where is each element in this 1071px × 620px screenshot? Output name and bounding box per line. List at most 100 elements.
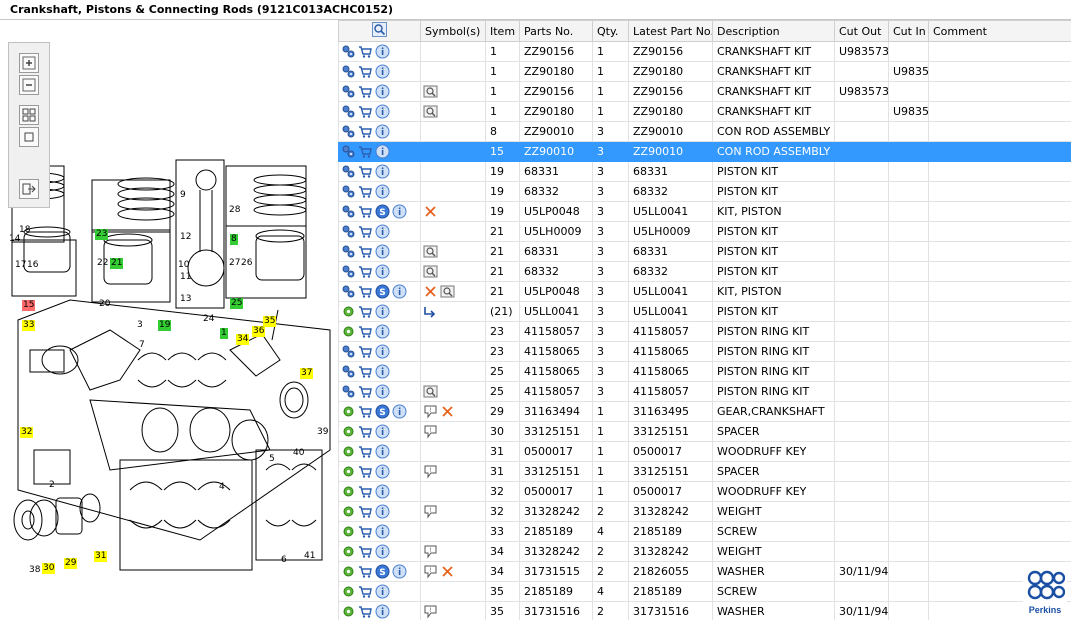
table-row[interactable]: 23 41158057 3 41158057 PISTON RING KIT xyxy=(338,321,1071,342)
cart-icon[interactable] xyxy=(358,104,373,119)
view-illustration-icon[interactable] xyxy=(423,384,438,399)
options-gear-icon[interactable] xyxy=(341,544,356,559)
options-gear-icon[interactable] xyxy=(341,324,356,339)
table-row[interactable]: 1ZZ901801ZZ90180CRANKSHAFT KITU98357 xyxy=(338,101,1071,122)
table-row[interactable]: ! 34 31328242 2 31328242 WEIGHT xyxy=(338,541,1071,562)
table-row[interactable]: 1ZZ901561ZZ90156CRANKSHAFT KITU983573C xyxy=(338,81,1071,102)
zoom-out-icon[interactable] xyxy=(19,75,39,95)
info-icon[interactable] xyxy=(375,364,390,379)
column-header-cut-out[interactable]: Cut Out xyxy=(834,20,889,42)
info-icon[interactable] xyxy=(392,204,407,219)
info-icon[interactable] xyxy=(375,104,390,119)
column-header-parts-no[interactable]: Parts No. xyxy=(519,20,593,42)
info-icon[interactable] xyxy=(375,584,390,599)
callout-33[interactable]: 33 xyxy=(22,320,36,331)
info-icon[interactable] xyxy=(392,564,407,579)
cart-icon[interactable] xyxy=(358,364,373,379)
info-icon[interactable] xyxy=(375,344,390,359)
callout-31[interactable]: 31 xyxy=(94,551,108,562)
options-icon[interactable] xyxy=(341,64,356,79)
info-icon[interactable] xyxy=(375,164,390,179)
cart-icon[interactable] xyxy=(358,284,373,299)
note-icon[interactable]: ! xyxy=(423,424,438,439)
options-icon[interactable] xyxy=(341,184,356,199)
cart-icon[interactable] xyxy=(358,524,373,539)
table-row[interactable]: (21) U5LL0041 3 U5LL0041 PISTON KIT xyxy=(338,301,1071,322)
cart-icon[interactable] xyxy=(358,124,373,139)
info-icon[interactable] xyxy=(375,424,390,439)
options-icon[interactable] xyxy=(341,204,356,219)
callout-8[interactable]: 8 xyxy=(230,234,238,245)
table-row[interactable]: ! 31 33125151 1 33125151 SPACER xyxy=(338,461,1071,482)
superseded-x-icon[interactable] xyxy=(423,204,438,219)
cart-icon[interactable] xyxy=(358,444,373,459)
view-illustration-icon[interactable] xyxy=(440,284,455,299)
cart-icon[interactable] xyxy=(358,264,373,279)
zoom-in-icon[interactable] xyxy=(19,53,39,73)
options-icon[interactable] xyxy=(341,124,356,139)
cart-icon[interactable] xyxy=(358,424,373,439)
info-icon[interactable] xyxy=(375,144,390,159)
callout-36[interactable]: 36 xyxy=(252,326,266,337)
exploded-diagram-panel[interactable]: 18 14 17 16 15 23 22 21 20 19 9 12 10 11 13 24 28 8 27 26 25… xyxy=(0,20,336,620)
note-icon[interactable]: ! xyxy=(423,504,438,519)
table-row[interactable]: 15 ZZ90010 3 ZZ90010 CON ROD ASSEMBLY xyxy=(338,141,1071,162)
view-illustration-icon[interactable] xyxy=(423,264,438,279)
callout-37[interactable]: 37 xyxy=(300,368,314,379)
table-row[interactable]: 19 68332 3 68332 PISTON KIT xyxy=(338,181,1071,202)
cart-icon[interactable] xyxy=(358,404,373,419)
info-icon[interactable] xyxy=(375,44,390,59)
table-row[interactable]: 25 41158057 3 41158057 PISTON RING KIT xyxy=(338,381,1071,402)
options-gear-icon[interactable] xyxy=(341,504,356,519)
options-icon[interactable] xyxy=(341,104,356,119)
info-icon[interactable] xyxy=(375,304,390,319)
column-header-comment[interactable]: Comment xyxy=(928,20,1071,42)
single-page-icon[interactable] xyxy=(19,127,39,147)
options-gear-icon[interactable] xyxy=(341,304,356,319)
callout-21[interactable]: 21 xyxy=(110,258,124,269)
info-icon[interactable] xyxy=(375,504,390,519)
options-icon[interactable] xyxy=(341,84,356,99)
view-illustration-icon[interactable] xyxy=(423,84,438,99)
export-icon[interactable] xyxy=(19,179,39,199)
callout-15[interactable]: 15 xyxy=(22,300,36,311)
options-icon[interactable] xyxy=(341,44,356,59)
service-icon[interactable]: S xyxy=(375,284,390,299)
options-icon[interactable] xyxy=(341,144,356,159)
options-icon[interactable] xyxy=(341,164,356,179)
superseded-x-icon[interactable] xyxy=(423,284,438,299)
column-header-description[interactable]: Description xyxy=(712,20,835,42)
note-icon[interactable]: ! xyxy=(423,464,438,479)
info-icon[interactable] xyxy=(375,264,390,279)
table-row[interactable]: 1ZZ901801ZZ90180CRANKSHAFT KITU98357 xyxy=(338,61,1071,82)
column-header-symbols[interactable]: Symbol(s) xyxy=(420,20,486,42)
table-row[interactable]: ! 30 33125151 1 33125151 SPACER xyxy=(338,421,1071,442)
table-row[interactable]: 33 2185189 4 2185189 SCREW xyxy=(338,521,1071,542)
cart-icon[interactable] xyxy=(358,584,373,599)
callout-29[interactable]: 29 xyxy=(64,558,78,569)
options-gear-icon[interactable] xyxy=(341,604,356,619)
cart-icon[interactable] xyxy=(358,304,373,319)
options-icon[interactable] xyxy=(341,264,356,279)
note-icon[interactable]: ! xyxy=(423,604,438,619)
callout-19[interactable]: 19 xyxy=(158,320,172,331)
view-illustration-icon[interactable] xyxy=(423,104,438,119)
options-gear-icon[interactable] xyxy=(341,404,356,419)
cart-icon[interactable] xyxy=(358,504,373,519)
cart-icon[interactable] xyxy=(358,384,373,399)
info-icon[interactable] xyxy=(375,544,390,559)
superseded-x-icon[interactable] xyxy=(440,404,455,419)
cart-icon[interactable] xyxy=(358,144,373,159)
cart-icon[interactable] xyxy=(358,324,373,339)
table-row[interactable]: 8 ZZ90010 3 ZZ90010 CON ROD ASSEMBLY xyxy=(338,121,1071,142)
superseded-x-icon[interactable] xyxy=(440,564,455,579)
info-icon[interactable] xyxy=(375,484,390,499)
cart-icon[interactable] xyxy=(358,244,373,259)
table-row[interactable]: ! 35 31731516 2 31731516 WASHER 30/11/94 xyxy=(338,601,1071,620)
callout-1[interactable]: 1 xyxy=(220,328,228,339)
service-icon[interactable]: S xyxy=(375,204,390,219)
options-gear-icon[interactable] xyxy=(341,564,356,579)
options-gear-icon[interactable] xyxy=(341,484,356,499)
view-illustration-icon[interactable] xyxy=(423,244,438,259)
service-icon[interactable]: S xyxy=(375,404,390,419)
